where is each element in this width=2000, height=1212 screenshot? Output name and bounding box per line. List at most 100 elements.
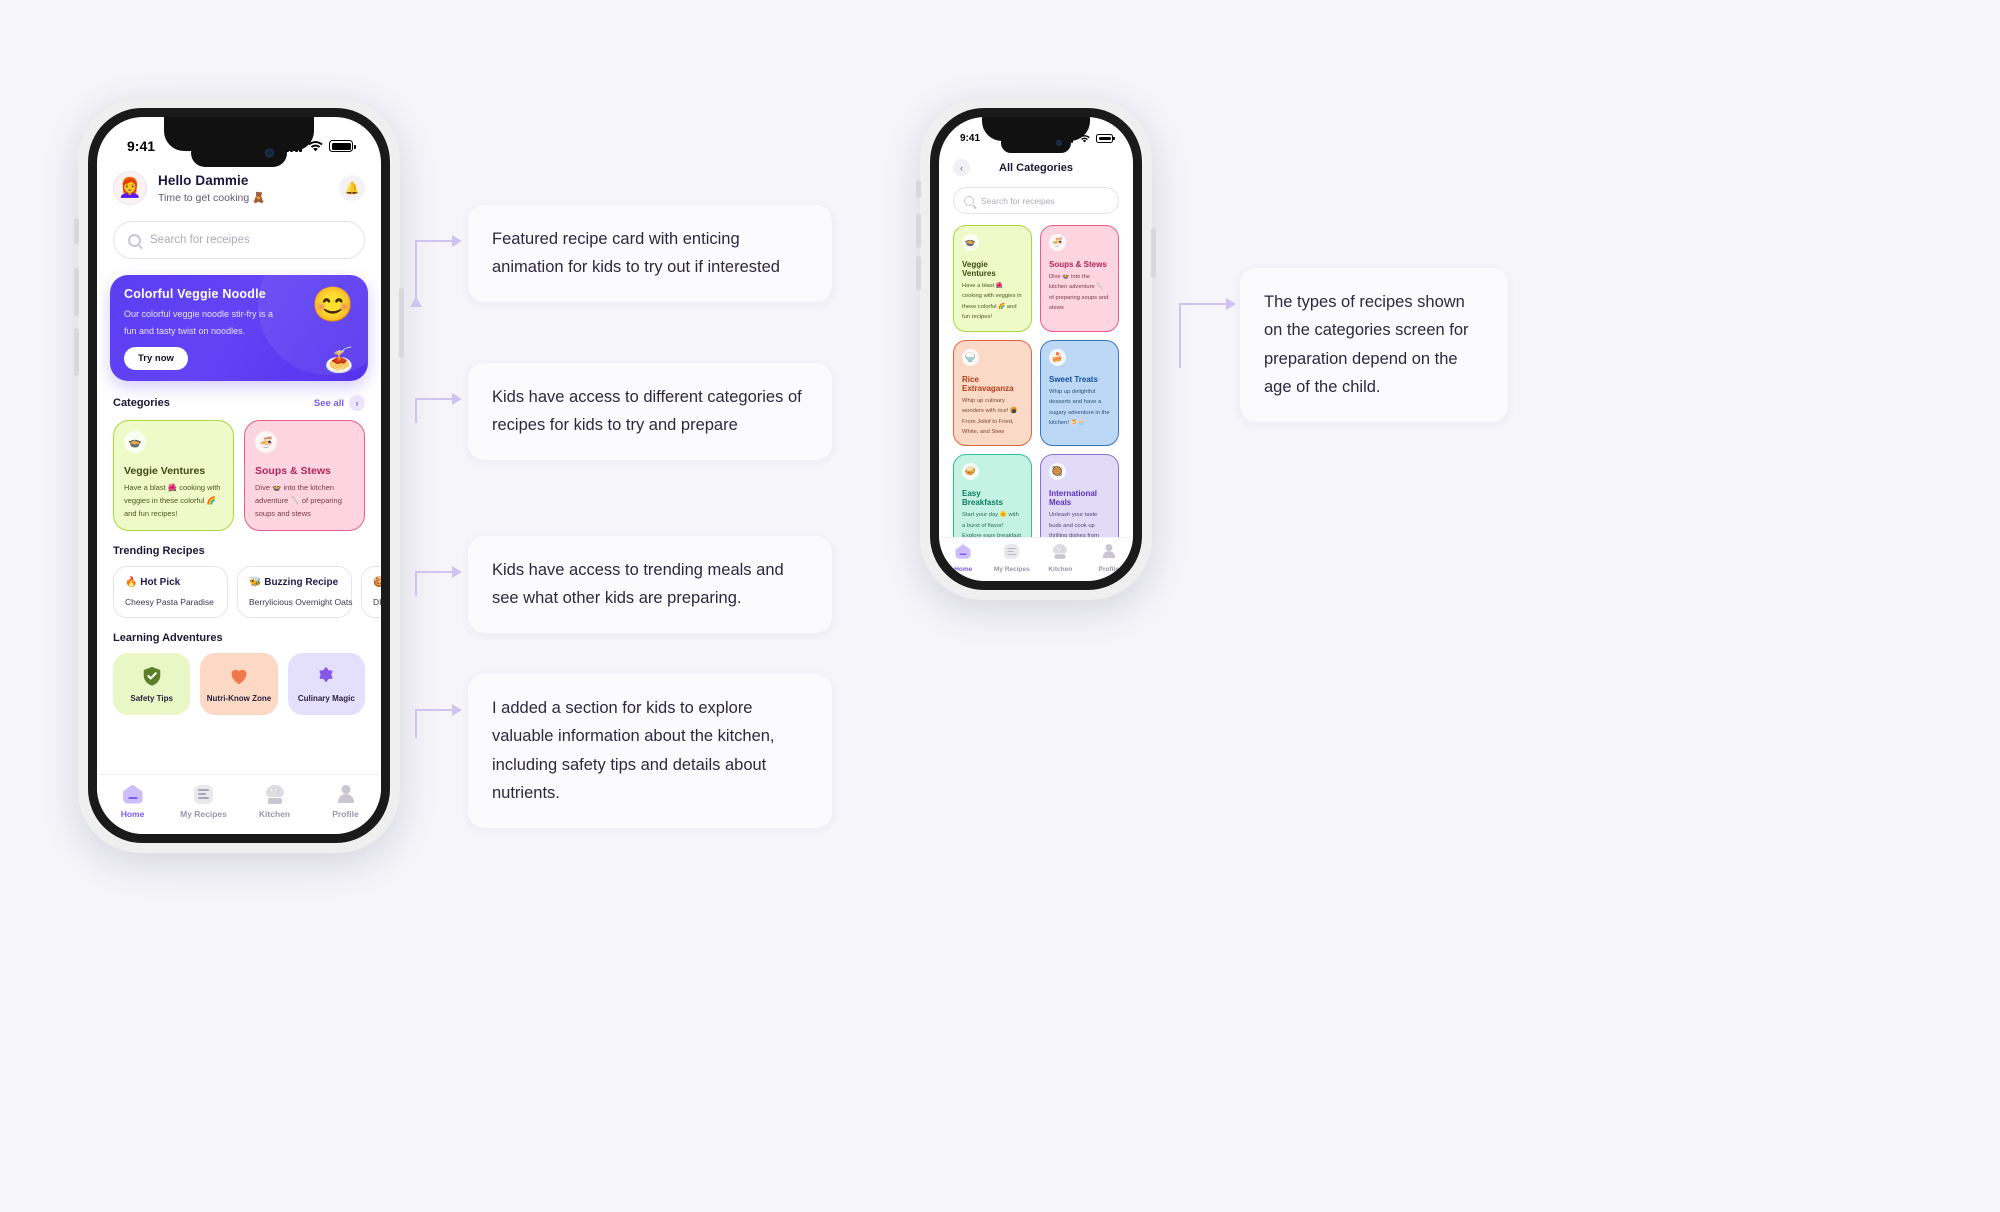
chef-hat-icon: 🤍 — [265, 784, 285, 804]
tab-profile[interactable]: Profile — [310, 785, 381, 819]
bottom-tab-bar: Home My Recipes 🤍 Kitchen Profile — [939, 537, 1133, 581]
category-card[interactable]: 🍜 Soups & Stews Dive 🍲 into the kitchen ad… — [244, 420, 365, 532]
learning-section-header: Learning Adventures — [97, 618, 381, 644]
tab-label: My Recipes — [993, 566, 1030, 573]
category-name: Veggie Ventures — [962, 260, 996, 278]
presentation-canvas: 9:41 👩‍🦰 Hello Dammie Time to get cookin… — [0, 0, 2000, 1212]
chef-hat-icon: 🤍 — [1052, 544, 1068, 559]
battery-icon — [1096, 134, 1115, 143]
avatar[interactable]: 👩‍🦰 — [113, 171, 147, 205]
category-icon: 🍲 — [124, 431, 146, 453]
tab-label: Kitchen — [258, 808, 291, 819]
search-icon — [964, 195, 974, 206]
trending-card[interactable]: 🔥 Hot Pick Cheesy Pasta Paradise — [113, 566, 228, 619]
avatar-emoji: 👩‍🦰 — [118, 178, 142, 199]
greeting-name: Hello Dammie — [158, 172, 249, 188]
learning-card[interactable]: Culinary Magic — [287, 653, 365, 716]
tab-label: Kitchen — [1048, 566, 1073, 573]
phone-mute-button — [74, 218, 79, 244]
annotation-categories: Kids have access to different categories… — [468, 363, 832, 460]
category-icon: 🍚 — [962, 348, 979, 366]
trending-card-subtitle: Berrylicious Overnight Oats — [249, 597, 353, 608]
shield-icon — [141, 665, 163, 687]
category-card[interactable]: 🍚 Rice Extravaganza Whip up culinary wonde… — [953, 339, 1032, 447]
featured-recipe-card[interactable]: Colorful Veggie Noodle Our colorful vegg… — [110, 275, 368, 381]
learning-card-label: Culinary Magic — [297, 694, 355, 704]
tab-home[interactable]: Home — [97, 784, 168, 819]
tab-label: Home — [954, 566, 973, 573]
tab-label: Profile — [332, 808, 359, 819]
trending-card[interactable]: 🐝 Buzzing Recipe Berrylicious Overnight O… — [237, 566, 353, 619]
learning-card-label: Nutri-Know Zone — [206, 694, 272, 704]
tab-kitchen[interactable]: 🤍 Kitchen — [239, 784, 310, 819]
search-input[interactable]: Search for receipes — [953, 187, 1119, 214]
tab-home[interactable]: Home — [939, 542, 988, 573]
list-icon — [194, 784, 213, 804]
category-card[interactable]: 🍜 Soups & Stews Dive 🍲 into the kitchen ad… — [1040, 225, 1119, 332]
try-now-button[interactable]: Try now — [124, 347, 188, 371]
category-card[interactable]: 🍲 Veggie Ventures Have a blast 🌺 cooking w… — [953, 225, 1032, 332]
annotation-trending: Kids have access to trending meals and s… — [468, 536, 832, 633]
chevron-right-icon: › — [349, 395, 365, 411]
home-icon — [955, 544, 972, 559]
phone-mockup-home: 9:41 👩‍🦰 Hello Dammie Time to get cookin… — [74, 98, 404, 853]
user-icon — [1101, 544, 1116, 559]
category-card[interactable]: 🍲 Veggie Ventures Have a blast 🌺 cooking w… — [113, 420, 234, 532]
connector-arrow-4 — [408, 694, 468, 742]
featured-emoji-icon: 😊 — [311, 286, 354, 324]
search-input[interactable]: Search for receipes — [113, 221, 365, 259]
learning-card[interactable]: Safety Tips — [113, 653, 191, 716]
chevron-left-icon[interactable]: ‹ — [953, 159, 970, 176]
star-icon — [315, 665, 337, 687]
phone-volume-down-button — [74, 328, 79, 376]
tab-my-recipes[interactable]: My Recipes — [988, 542, 1037, 573]
annotation-featured-card: Featured recipe card with enticing anima… — [468, 205, 832, 302]
category-icon: 🍰 — [1049, 348, 1066, 366]
front-camera-icon — [1056, 140, 1062, 146]
tab-label: Profile — [1098, 566, 1119, 573]
phone-volume-up-button — [74, 268, 79, 316]
user-icon — [336, 785, 355, 804]
tab-profile[interactable]: Profile — [1085, 542, 1134, 573]
learning-card-label: Safety Tips — [130, 694, 173, 704]
featured-description: Our colorful veggie noodle stir-fry is a… — [124, 309, 274, 336]
trending-card[interactable]: 🍪 C DIY P — [361, 566, 381, 619]
categories-row: 🍲 Veggie Ventures Have a blast 🌺 cooking w… — [97, 411, 381, 532]
category-icon: 🍜 — [1049, 234, 1066, 251]
category-name: Easy Breakfasts — [962, 489, 1003, 508]
trending-card-title: 🐝 Buzzing Recipe — [249, 577, 339, 589]
trending-row[interactable]: 🔥 Hot Pick Cheesy Pasta Paradise 🐝 Buzzing… — [97, 557, 381, 619]
search-icon — [128, 233, 141, 247]
home-icon — [122, 784, 143, 804]
phone2-mute-button — [916, 180, 921, 198]
status-time: 9:41 — [960, 133, 981, 144]
see-all-link[interactable]: See all › — [314, 395, 365, 411]
annotation-age-based: The types of recipes shown on the catego… — [1240, 268, 1508, 422]
see-all-label: See all — [313, 397, 344, 409]
category-description: Have a blast 🌺 cooking with veggies in t… — [124, 483, 221, 519]
featured-noodle-icon: 🍝 — [324, 347, 354, 374]
tab-my-recipes[interactable]: My Recipes — [168, 784, 239, 819]
category-name: Sweet Treats — [1049, 374, 1098, 384]
phone2-power-button — [1151, 228, 1156, 278]
learning-title: Learning Adventures — [113, 632, 223, 645]
page-title: All Categories — [999, 161, 1073, 174]
connector-arrow-2 — [408, 383, 468, 427]
tab-kitchen[interactable]: 🤍 Kitchen — [1036, 542, 1085, 573]
category-description: Dive 🍲 into the kitchen adventure 🥄 of p… — [255, 483, 342, 519]
category-description: Have a blast 🌺 cooking with veggies in t… — [962, 283, 1022, 321]
search-placeholder: Search for receipes — [981, 195, 1055, 206]
phone2-volume-down-button — [916, 256, 921, 290]
heart-icon — [228, 665, 250, 687]
dynamic-island — [1001, 133, 1071, 153]
bell-icon[interactable]: 🔔 — [339, 175, 365, 201]
greeting-subtitle: Time to get cooking 🧸 — [158, 191, 266, 204]
category-icon: 🥘 — [1049, 463, 1066, 481]
category-description: Whip up culinary wonders with rice! 🍘 Fr… — [962, 397, 1018, 435]
phone-power-button — [399, 288, 404, 358]
category-name: Soups & Stews — [255, 465, 331, 477]
category-icon: 🍲 — [962, 234, 979, 251]
trending-card-title: 🍪 C — [373, 577, 381, 589]
category-card[interactable]: 🍰 Sweet Treats Whip up delightful desserts… — [1040, 339, 1119, 447]
learning-card[interactable]: Nutri-Know Zone — [200, 653, 278, 716]
